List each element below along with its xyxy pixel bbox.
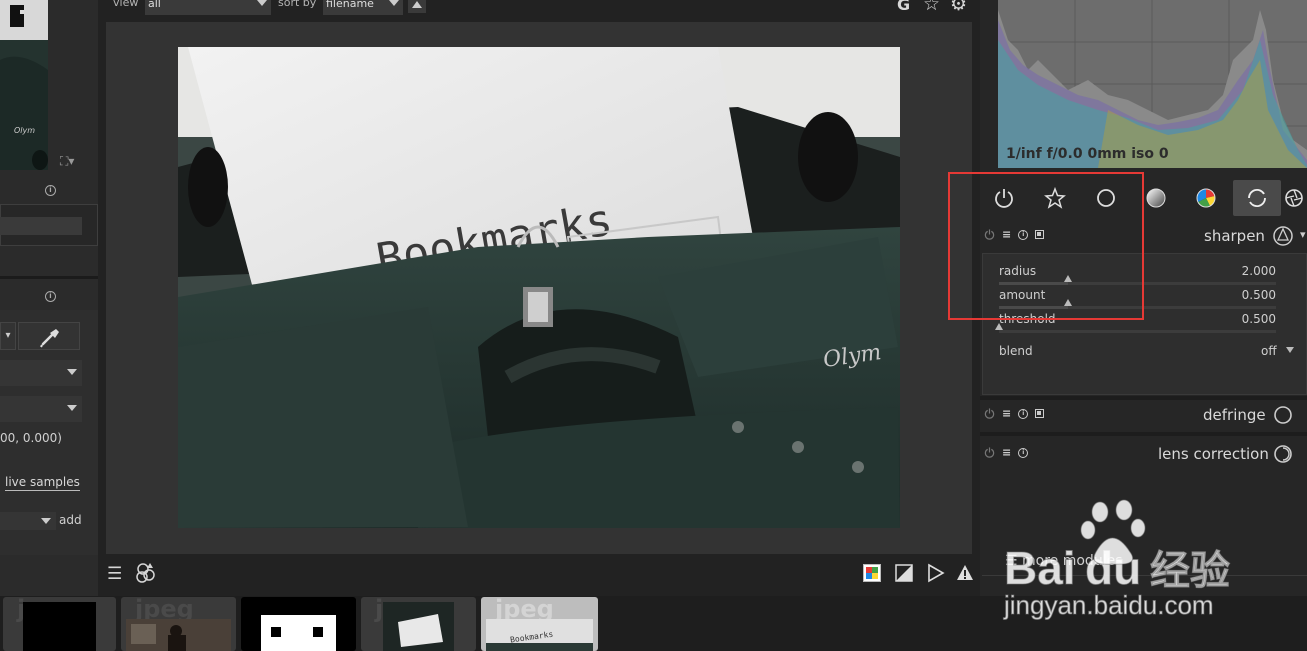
view-filter-value: all	[148, 0, 161, 10]
gear-icon[interactable]: ⚙	[950, 0, 967, 15]
module-group-circle-icon	[1274, 406, 1292, 424]
info-icon[interactable]: i	[45, 291, 56, 302]
amount-slider-fill	[999, 306, 1069, 309]
module-name: lens correction	[1158, 445, 1269, 463]
divider	[0, 276, 98, 279]
live-samples-label[interactable]: live samples	[5, 475, 80, 491]
power-icon	[995, 189, 1013, 208]
navigator-expand-icon[interactable]: ⛶▾	[60, 154, 74, 169]
tab-favorites[interactable]	[1031, 180, 1079, 216]
blend-value[interactable]: off	[1261, 344, 1277, 358]
softproof-icon[interactable]	[895, 564, 913, 586]
module-power-icon[interactable]	[984, 229, 995, 240]
amount-value: 0.500	[1241, 288, 1276, 302]
view-label: view	[113, 0, 139, 9]
statistic-dropdown[interactable]	[0, 396, 82, 422]
main-image[interactable]: Bookmarks Olym	[178, 47, 900, 528]
amount-label: amount	[999, 288, 1046, 302]
presets-menu-icon[interactable]: ≡	[1002, 408, 1011, 419]
more-modules-button[interactable]: ☰ more modules	[1005, 553, 1123, 569]
sort-order-button[interactable]	[408, 0, 426, 13]
color-assessment-icon[interactable]	[863, 564, 881, 586]
threshold-label: threshold	[999, 312, 1056, 326]
presets-menu-icon[interactable]: ≡	[1002, 447, 1011, 458]
refresh-icon	[1248, 188, 1266, 208]
divider	[982, 575, 1307, 576]
more-modules-icon: ☰	[1005, 553, 1023, 569]
multi-instance-icon[interactable]: i	[1018, 408, 1029, 419]
styles-icon[interactable]	[136, 561, 156, 587]
exif-info: 1/inf f/0.0 0mm iso 0	[1006, 146, 1169, 162]
lens-correction-module-header[interactable]: ≡ i lens correction	[980, 437, 1307, 471]
threshold-slider[interactable]	[995, 323, 1276, 333]
tab-color[interactable]	[1182, 180, 1230, 216]
filmstrip-thumb[interactable]: jpeg	[3, 597, 116, 651]
presets-menu-icon[interactable]: ≡	[1002, 229, 1011, 240]
tab-tone[interactable]	[1132, 180, 1180, 216]
module-name: sharpen	[1204, 227, 1265, 245]
color-mode-dropdown[interactable]	[0, 360, 82, 386]
sort-by-select[interactable]: filename	[323, 0, 403, 15]
info-icon[interactable]: i	[45, 185, 56, 196]
gamut-check-icon[interactable]	[927, 563, 945, 587]
multi-instance-icon[interactable]: i	[1018, 229, 1029, 240]
tab-base[interactable]	[1082, 180, 1130, 216]
filmstrip-thumb[interactable]	[241, 597, 356, 651]
tab-effects[interactable]	[1283, 180, 1307, 216]
radius-value: 2.000	[1241, 264, 1276, 278]
blend-label: blend	[999, 344, 1033, 358]
navigator-thumbnail[interactable]: Olym	[0, 0, 48, 170]
mode-dropdown-button[interactable]: ▾	[0, 322, 16, 350]
eyedropper-icon	[40, 329, 59, 348]
reset-icon[interactable]	[1035, 409, 1045, 418]
amount-slider[interactable]	[999, 299, 1276, 309]
module-name: defringe	[1203, 406, 1266, 424]
favorite-icon	[1044, 187, 1066, 209]
tab-correct[interactable]	[1233, 180, 1281, 216]
amount-slider-thumb[interactable]	[1064, 299, 1073, 306]
sample-dropdown[interactable]	[0, 512, 56, 530]
collapse-arrow-icon[interactable]: ▾	[1300, 228, 1306, 241]
left-text-field[interactable]	[0, 217, 82, 235]
threshold-slider-thumb[interactable]	[995, 323, 1003, 330]
defringe-module-header[interactable]: ≡ i defringe	[980, 398, 1307, 432]
gradient-circle-icon	[1146, 188, 1166, 208]
reset-icon[interactable]	[1035, 230, 1045, 239]
module-power-icon[interactable]	[984, 408, 995, 419]
eyedropper-button[interactable]	[18, 322, 80, 350]
picked-value-readout: 00, 0.000)	[0, 431, 62, 445]
tab-active-modules[interactable]	[980, 180, 1028, 216]
filmstrip-thumb[interactable]: jpeg	[361, 597, 476, 651]
sort-by-value: filename	[326, 0, 374, 10]
module-power-icon[interactable]	[984, 447, 995, 458]
sort-by-label: sort by	[278, 0, 317, 9]
svg-text:Olym: Olym	[14, 126, 35, 135]
radius-slider-fill	[999, 282, 1069, 285]
star-icon[interactable]: ☆	[923, 0, 940, 15]
circle-icon	[1097, 189, 1115, 207]
sharpen-module-header[interactable]: ≡ i sharpen ▾	[980, 219, 1307, 253]
filmstrip-thumb[interactable]: jpeg	[121, 597, 236, 651]
hamburger-icon[interactable]: ☰	[107, 564, 122, 584]
multi-instance-icon[interactable]: i	[1018, 447, 1029, 458]
blend-dropdown-arrow[interactable]	[1286, 347, 1294, 353]
more-modules-label: more modules	[1022, 553, 1123, 569]
filmstrip-thumb-selected[interactable]: jpeg Bookmarks	[481, 597, 598, 651]
histogram[interactable]	[998, 0, 1307, 168]
color-wheel-icon	[1196, 188, 1216, 208]
grouping-icon[interactable]: G	[897, 0, 910, 14]
threshold-value: 0.500	[1241, 312, 1276, 326]
aperture-icon	[1285, 189, 1303, 207]
radius-label: radius	[999, 264, 1037, 278]
radius-slider[interactable]	[999, 275, 1276, 285]
module-group-aperture-icon	[1273, 226, 1293, 246]
add-sample-button[interactable]: add	[59, 513, 82, 527]
module-group-lens-icon	[1274, 445, 1292, 463]
view-filter-select[interactable]: all	[145, 0, 271, 15]
warning-icon[interactable]	[956, 564, 974, 586]
radius-slider-thumb[interactable]	[1064, 275, 1073, 282]
divider	[980, 432, 1307, 436]
